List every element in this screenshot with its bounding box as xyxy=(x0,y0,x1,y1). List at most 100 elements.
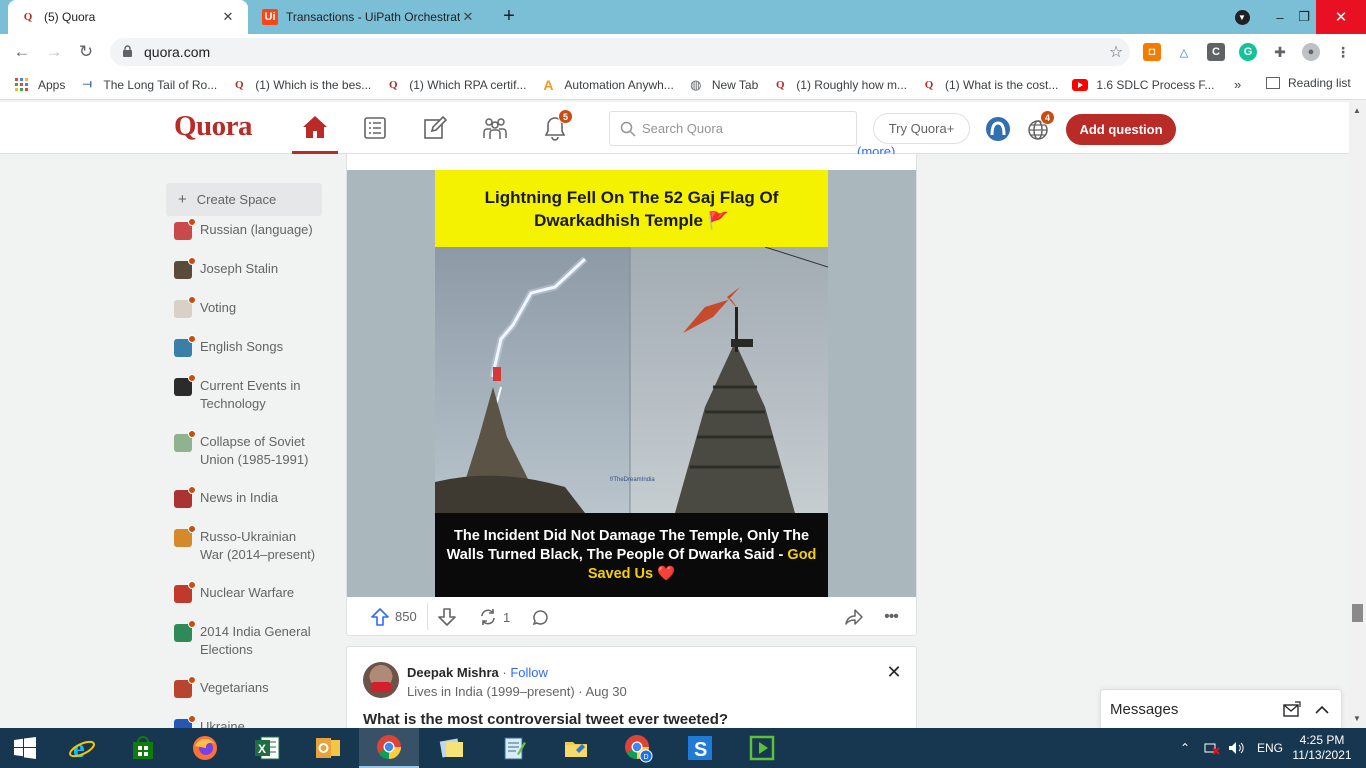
scroll-up-icon[interactable]: ▲ xyxy=(1353,106,1361,115)
share-button[interactable] xyxy=(843,605,865,629)
sidebar-item[interactable]: Current Events in Technology xyxy=(166,374,322,413)
space-thumbnail-icon xyxy=(174,525,196,547)
extensions-puzzle-icon[interactable]: ✚ xyxy=(1271,43,1289,61)
close-tab-icon[interactable]: ✕ xyxy=(460,9,476,25)
sidebar-item[interactable]: Russian (language) xyxy=(166,218,322,240)
windows-start-icon[interactable] xyxy=(0,728,50,768)
unread-dot-icon xyxy=(188,296,196,304)
extension-orange-icon[interactable]: ◘ xyxy=(1143,43,1161,61)
bookmark-quora-4[interactable]: Q (1) What is the cost... xyxy=(921,77,1059,93)
sidebar-item[interactable]: English Songs xyxy=(166,335,322,357)
file-explorer-icon[interactable] xyxy=(546,728,606,768)
tab-uipath[interactable]: Ui Transactions - UiPath Orchestrato ✕ xyxy=(250,0,488,34)
chrome-icon[interactable] xyxy=(359,728,419,768)
sidebar-item[interactable]: Russo-Ukrainian War (2014–present) xyxy=(166,525,322,564)
maximize-button[interactable]: ❐ xyxy=(1292,0,1316,34)
post-date[interactable]: Aug 30 xyxy=(586,684,627,699)
nav-answer[interactable] xyxy=(412,102,458,154)
bookmark-star-icon[interactable]: ☆ xyxy=(1102,42,1130,62)
sidebar-item[interactable]: Nuclear Warfare xyxy=(166,581,322,603)
nav-following[interactable] xyxy=(352,102,398,154)
follow-link[interactable]: Follow xyxy=(510,665,548,680)
quora-logo[interactable]: Quora xyxy=(174,110,253,143)
tray-overflow-icon[interactable]: ⌃ xyxy=(1180,728,1190,768)
bookmark-quora-1[interactable]: Q (1) Which is the bes... xyxy=(231,77,371,93)
bookmark-automation-anywhere[interactable]: A Automation Anywh... xyxy=(540,77,673,93)
sidebar-item[interactable]: Joseph Stalin xyxy=(166,257,322,279)
comment-button[interactable] xyxy=(529,605,551,629)
post-action-bar: 850 1 ••• xyxy=(347,597,916,635)
outlook-icon[interactable] xyxy=(298,728,358,768)
extension-c-icon[interactable]: C xyxy=(1207,43,1225,61)
reading-list-button[interactable]: Reading list xyxy=(1266,76,1351,90)
grammarly-icon[interactable]: G xyxy=(1239,43,1257,61)
internet-explorer-icon[interactable]: e xyxy=(52,728,112,768)
more-options-icon[interactable]: ••• xyxy=(879,605,903,629)
nav-notifications[interactable]: 5 xyxy=(532,102,578,154)
downvote-button[interactable] xyxy=(435,605,459,629)
user-avatar[interactable] xyxy=(986,117,1010,141)
menu-kebab-icon[interactable]: ⋮ xyxy=(1334,43,1352,61)
search-input[interactable] xyxy=(642,121,842,136)
bookmark-long-tail[interactable]: ⟞ The Long Tail of Ro... xyxy=(79,77,217,93)
sidebar-item[interactable]: Vegetarians xyxy=(166,676,322,698)
language-button[interactable]: 4 xyxy=(1026,110,1055,142)
input-language[interactable]: ENG xyxy=(1257,728,1283,768)
notepad-icon[interactable] xyxy=(484,728,544,768)
bookmark-quora-2[interactable]: Q (1) Which RPA certif... xyxy=(385,77,526,93)
store-icon[interactable] xyxy=(113,728,173,768)
network-icon[interactable] xyxy=(1204,728,1220,768)
bookmarks-overflow-button[interactable]: » xyxy=(1234,77,1241,92)
new-tab-button[interactable]: + xyxy=(499,6,519,26)
tab-quora[interactable]: Q (5) Quora ✕ xyxy=(8,0,248,34)
unread-dot-icon xyxy=(188,218,196,226)
back-arrow-icon[interactable]: ← xyxy=(12,42,32,62)
forward-arrow-icon[interactable]: → xyxy=(44,42,64,62)
nav-spaces[interactable] xyxy=(472,102,518,154)
question-title[interactable]: What is the most controversial tweet eve… xyxy=(363,711,728,728)
sidebar-item[interactable]: Voting xyxy=(166,296,322,318)
address-bar[interactable]: quora.com ☆ xyxy=(110,38,1130,66)
compose-message-icon[interactable] xyxy=(1283,701,1301,719)
post-image[interactable]: Lightning Fell On The 52 Gaj Flag Of Dwa… xyxy=(347,170,916,597)
chevron-up-icon[interactable] xyxy=(1313,701,1331,719)
create-space-button[interactable]: + Create Space xyxy=(166,183,322,216)
volume-icon[interactable] xyxy=(1228,728,1244,768)
minimize-button[interactable]: – xyxy=(1268,0,1292,34)
chrome-profile-icon[interactable]: D xyxy=(608,728,668,768)
reshare-button[interactable]: 1 xyxy=(479,605,510,629)
close-window-button[interactable]: ✕ xyxy=(1316,0,1366,34)
profile-icon[interactable]: ● xyxy=(1302,43,1320,61)
try-quora-plus-button[interactable]: Try Quora+ xyxy=(873,113,970,144)
add-question-button[interactable]: Add question xyxy=(1066,114,1176,145)
space-thumbnail-icon xyxy=(174,620,196,642)
nav-home[interactable] xyxy=(292,102,338,154)
tab-search-button[interactable]: ▼ xyxy=(1230,0,1254,34)
extension-triangle-icon[interactable]: △ xyxy=(1175,43,1193,61)
bookmark-sdlc[interactable]: 1.6 SDLC Process F... xyxy=(1072,77,1214,93)
page-scrollbar[interactable]: ▲ ▼ xyxy=(1349,102,1366,728)
upvote-button[interactable]: 850 xyxy=(365,603,428,630)
author-name[interactable]: Deepak Mishra xyxy=(407,665,499,680)
bookmark-apps[interactable]: Apps xyxy=(14,77,65,93)
uipath-studio-icon[interactable]: S xyxy=(670,728,730,768)
sidebar-item[interactable]: 2014 India General Elections xyxy=(166,620,322,659)
firefox-icon[interactable] xyxy=(175,728,235,768)
messages-dock[interactable]: Messages xyxy=(1100,689,1342,729)
sidebar-item[interactable]: Collapse of Soviet Union (1985-1991) xyxy=(166,430,322,469)
sticky-notes-icon[interactable] xyxy=(422,728,482,768)
author-avatar[interactable] xyxy=(363,662,399,698)
close-tab-icon[interactable]: ✕ xyxy=(220,9,236,25)
excel-icon[interactable]: X xyxy=(237,728,297,768)
sidebar-item[interactable]: News in India xyxy=(166,486,322,508)
scroll-down-icon[interactable]: ▼ xyxy=(1353,714,1361,723)
bookmark-new-tab[interactable]: ◍ New Tab xyxy=(688,77,758,93)
system-clock[interactable]: 4:25 PM 11/13/2021 xyxy=(1289,733,1355,763)
url-text[interactable]: quora.com xyxy=(144,44,1102,60)
search-box[interactable] xyxy=(609,111,857,146)
scrollbar-thumb[interactable] xyxy=(1352,604,1363,622)
reload-icon[interactable]: ↻ xyxy=(76,42,96,62)
play-icon[interactable] xyxy=(732,728,792,768)
bookmark-quora-3[interactable]: Q (1) Roughly how m... xyxy=(772,77,907,93)
dismiss-close-icon[interactable]: ✕ xyxy=(885,663,903,681)
